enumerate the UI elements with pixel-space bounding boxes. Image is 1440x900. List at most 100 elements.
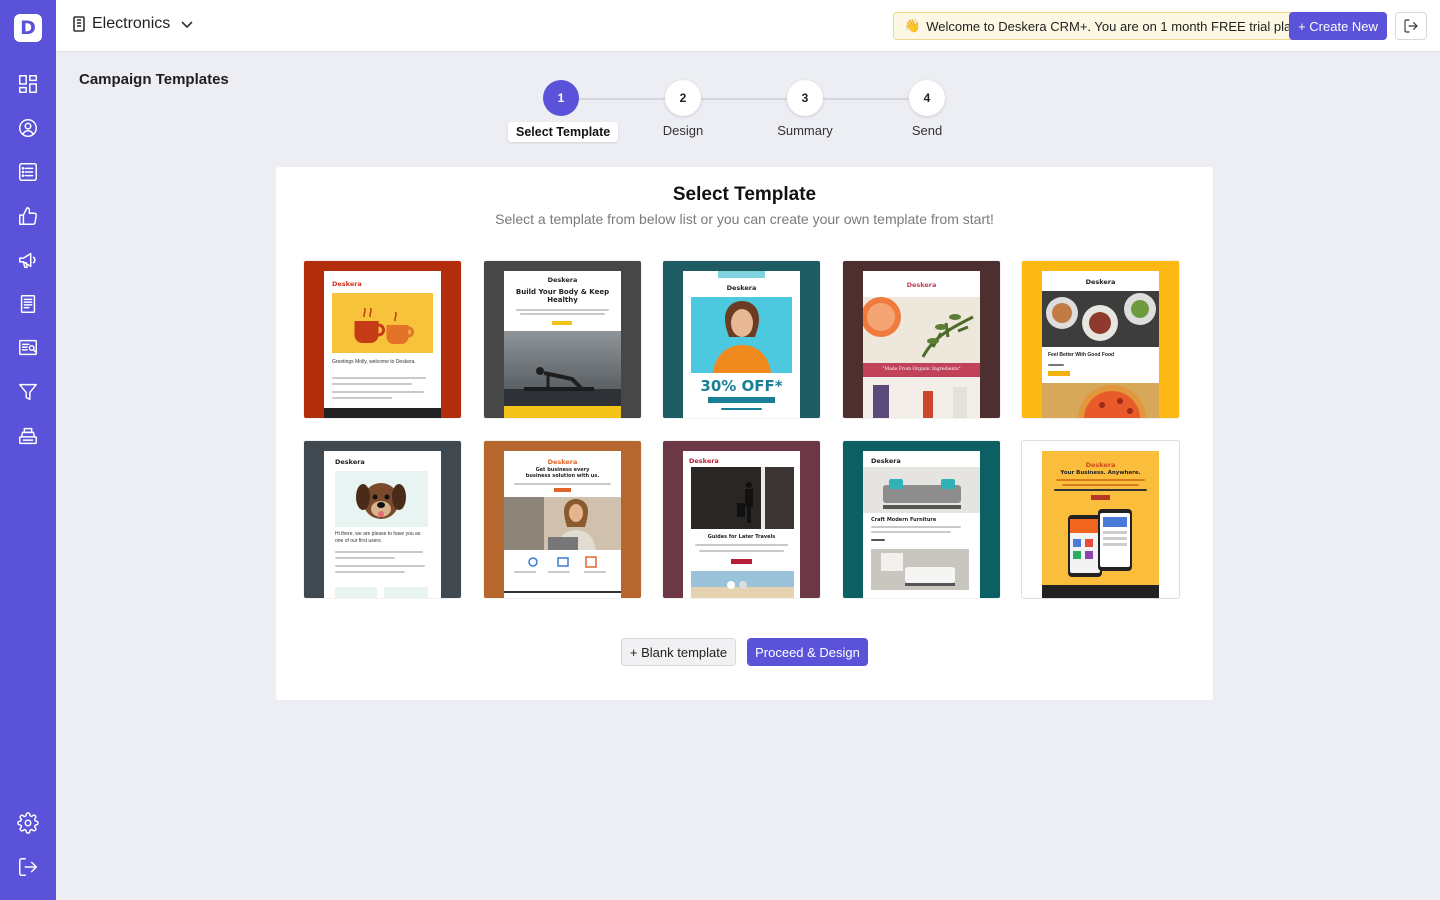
beach-icon — [691, 581, 794, 598]
proceed-design-button[interactable]: Proceed & Design — [747, 638, 868, 666]
template-cta — [1048, 371, 1070, 376]
template-footer — [504, 406, 621, 418]
armchair-icon — [871, 549, 969, 590]
phones-mockup-icon — [1068, 509, 1132, 577]
template-brand: Deskera — [689, 457, 719, 465]
blank-template-button[interactable]: + Blank template — [621, 638, 736, 666]
template-heading-band: "Made From Organic Ingredients" — [863, 363, 980, 377]
template-brand: Deskera — [1085, 278, 1116, 286]
funnel-icon[interactable] — [16, 380, 40, 404]
template-heading: Feel Better With Good Food — [1048, 352, 1115, 358]
template-heading: Hi there, we are please to have you as o… — [335, 531, 421, 544]
template-card-welcome-coffee[interactable]: Deskera Greetings Molly, welcome to Desk… — [304, 261, 461, 418]
top-header: Electronics 👋 Welcome to Deskera CRM+. Y… — [56, 0, 1440, 52]
text-line — [514, 483, 611, 485]
register-icon[interactable] — [16, 424, 40, 448]
template-card-business[interactable]: Deskera Get business every business solu… — [484, 441, 641, 598]
step-1-circle[interactable]: 1 — [543, 80, 579, 116]
template-block — [384, 587, 428, 598]
stepper-connector — [701, 98, 787, 100]
template-card-app[interactable]: Deskera Your Business. Anywhere. — [1022, 441, 1179, 598]
text-line — [332, 391, 424, 393]
template-preview: Deskera Build Your Body & Keep Healthy — [504, 271, 621, 418]
step-4-label: Send — [911, 123, 943, 138]
logout-icon[interactable] — [16, 855, 40, 879]
template-brand: Deskera — [547, 276, 578, 284]
pizza-image — [1042, 383, 1159, 418]
text-line — [332, 377, 426, 379]
thumbs-up-icon[interactable] — [16, 204, 40, 228]
app-logo[interactable]: D — [14, 14, 42, 42]
text-line — [695, 544, 788, 546]
template-footer — [324, 408, 441, 418]
template-cta — [554, 488, 571, 492]
text-line — [516, 309, 609, 311]
text-line — [520, 313, 605, 315]
template-brand: Deskera — [726, 284, 757, 292]
template-cta — [552, 321, 572, 325]
chevron-down-icon — [181, 21, 193, 29]
dashboard-icon[interactable] — [16, 72, 40, 96]
template-card-fitness[interactable]: Deskera Build Your Body & Keep Healthy — [484, 261, 641, 418]
template-block — [335, 587, 377, 598]
food-plates-icon — [1046, 293, 1156, 341]
megaphone-icon[interactable] — [16, 248, 40, 272]
coffee-cups-icon — [354, 307, 414, 344]
stepper-connector — [579, 98, 665, 100]
template-image — [335, 471, 428, 527]
create-new-button[interactable]: + Create New — [1289, 12, 1387, 40]
building-icon — [73, 16, 85, 32]
text-line — [335, 557, 395, 559]
text-line — [335, 565, 425, 567]
template-card-furniture[interactable]: Deskera Craft Modern Furniture — [843, 441, 1000, 598]
leaves-citrus-icon — [863, 297, 974, 358]
exit-button[interactable] — [1395, 12, 1427, 40]
template-image — [691, 467, 794, 529]
template-preview: Deskera Hi there, we are please to have … — [324, 451, 441, 598]
template-card-newsletter[interactable]: Deskera 30% OFF* — [663, 261, 820, 418]
text-line — [1054, 489, 1147, 491]
template-footer — [1042, 585, 1159, 598]
pizza-icon — [1078, 385, 1146, 418]
template-preview: Deskera Greetings Molly, welcome to Desk… — [324, 271, 441, 418]
template-cta — [731, 559, 752, 564]
template-preview: Deskera Feel Better With Good Food — [1042, 271, 1159, 418]
text-line — [1048, 364, 1064, 366]
list-icon[interactable] — [16, 160, 40, 184]
template-card-food[interactable]: Deskera Feel Better With Good Food — [1022, 261, 1179, 418]
document-icon[interactable] — [16, 292, 40, 316]
template-divider — [504, 591, 621, 593]
org-name: Electronics — [92, 15, 171, 32]
step-2-circle[interactable]: 2 — [665, 80, 701, 116]
step-2-label: Design — [662, 123, 704, 138]
panel-subtitle: Select a template from below list or you… — [495, 211, 994, 227]
stepper-connector — [823, 98, 909, 100]
template-card-travel[interactable]: Deskera Guides for Later Travels — [663, 441, 820, 598]
exit-icon — [1404, 19, 1418, 33]
trial-banner-text: Welcome to Deskera CRM+. You are on 1 mo… — [926, 18, 1303, 34]
text-line — [1056, 479, 1145, 481]
step-3-circle[interactable]: 3 — [787, 80, 823, 116]
settings-icon[interactable] — [16, 811, 40, 835]
template-image — [863, 467, 980, 513]
template-card-organic[interactable]: Deskera "Made From Organic Ingredients" — [843, 261, 1000, 418]
org-switcher[interactable]: Electronics — [72, 15, 194, 33]
workout-figure-icon — [504, 367, 621, 406]
text-line — [332, 397, 392, 399]
form-icon[interactable] — [16, 336, 40, 360]
template-card-pet[interactable]: Deskera Hi there, we are please to have … — [304, 441, 461, 598]
text-line — [871, 539, 885, 541]
contacts-icon[interactable] — [16, 116, 40, 140]
template-brand: Deskera — [547, 458, 578, 466]
step-4-circle[interactable]: 4 — [909, 80, 945, 116]
template-heading: Craft Modern Furniture — [871, 517, 937, 523]
cosmetic-bottles-icon — [873, 385, 967, 418]
text-line — [699, 550, 784, 552]
text-line — [548, 571, 570, 573]
trial-banner: 👋 Welcome to Deskera CRM+. You are on 1 … — [893, 12, 1338, 40]
template-cta — [1091, 495, 1110, 500]
template-preview: Deskera Guides for Later Travels — [683, 451, 800, 598]
sofa-icon — [863, 467, 980, 513]
newsletter-badge — [718, 271, 765, 278]
panel-title: Select Template — [672, 184, 817, 205]
